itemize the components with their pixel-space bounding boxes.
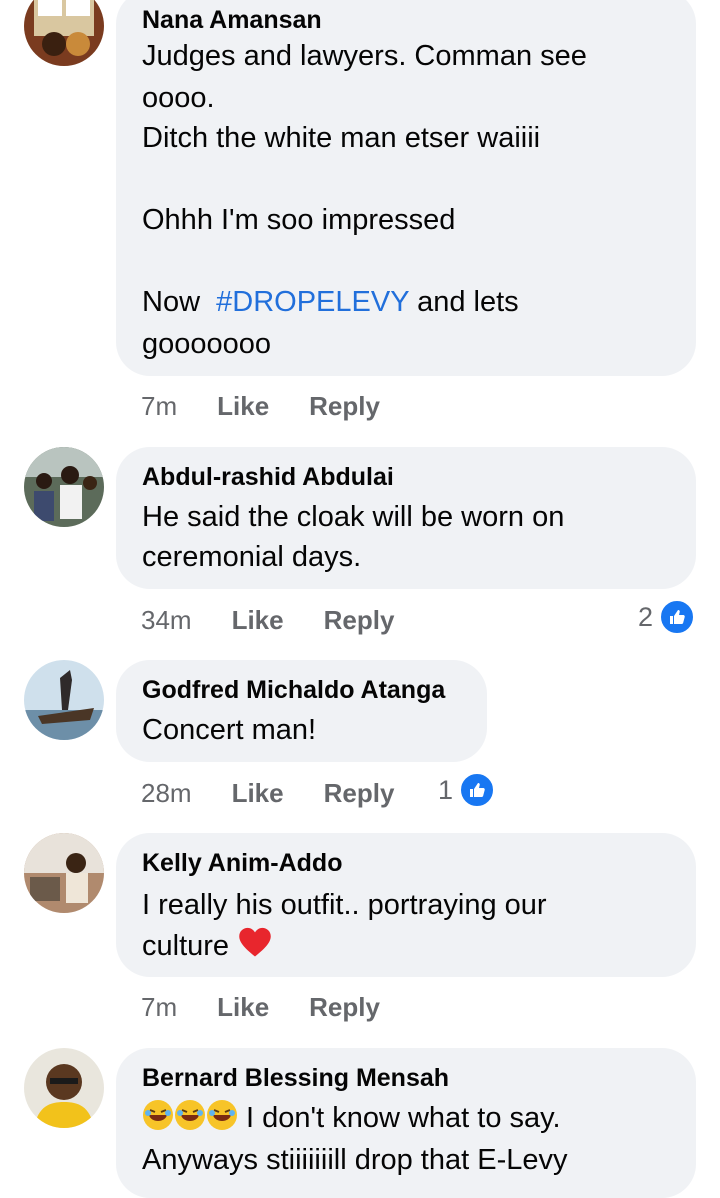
- comment-bubble: Abdul-rashid Abdulai He said the cloak w…: [116, 447, 696, 589]
- comment-actions: 34m Like Reply: [141, 600, 434, 640]
- reaction-summary[interactable]: 2: [638, 599, 696, 635]
- laughing-emoji-icon: [207, 1100, 237, 1130]
- comment-line: oooo.: [142, 82, 215, 114]
- laughing-emoji-icon: [143, 1100, 173, 1130]
- comment-line: He said the cloak will be worn on: [142, 501, 565, 533]
- reply-button[interactable]: Reply: [309, 992, 380, 1023]
- comment-line: Ditch the white man etser waiiii: [142, 122, 541, 154]
- comment-time[interactable]: 28m: [141, 778, 192, 809]
- avatar[interactable]: [24, 1048, 104, 1128]
- comment-line: ceremonial days.: [142, 541, 362, 573]
- avatar[interactable]: [24, 833, 104, 913]
- reply-button[interactable]: Reply: [309, 391, 380, 422]
- comment-line: Anyways stiiiiiiill drop that E-Levy: [142, 1144, 568, 1176]
- comment-time[interactable]: 34m: [141, 605, 192, 636]
- like-button[interactable]: Like: [217, 391, 269, 422]
- like-reaction-icon: [659, 599, 696, 635]
- reaction-count: 1: [438, 774, 454, 805]
- comment-actions: 7m Like Reply: [141, 386, 420, 426]
- comment-line: I really his outfit.. portraying our: [142, 889, 547, 921]
- comment-line: Now #DROPELEVY and lets: [142, 282, 519, 323]
- comment-line: Judges and lawyers. Comman see: [142, 40, 587, 72]
- comment-bubble: Nana Amansan Judges and lawyers. Comman …: [116, 0, 696, 376]
- comment-bubble: Bernard Blessing Mensah I don't know wha…: [116, 1048, 696, 1198]
- comment-author[interactable]: Godfred Michaldo Atanga: [142, 676, 445, 705]
- comment-line: Concert man!: [142, 714, 317, 746]
- comment-line: I don't know what to say.: [142, 1098, 561, 1139]
- comment-text: and lets: [409, 286, 519, 318]
- comment-bubble: Godfred Michaldo Atanga Concert man!: [116, 660, 487, 762]
- comment-actions: 28m Like Reply: [141, 773, 434, 813]
- reply-button[interactable]: Reply: [324, 778, 395, 809]
- comment-text: I don't know what to say.: [238, 1102, 561, 1134]
- comment-time[interactable]: 7m: [141, 391, 177, 422]
- like-button[interactable]: Like: [217, 992, 269, 1023]
- comment-text: Now: [142, 286, 217, 318]
- hashtag-link[interactable]: #DROPELEVY: [216, 286, 409, 318]
- comment-line: culture: [142, 925, 273, 967]
- like-button[interactable]: Like: [232, 778, 284, 809]
- comment-author[interactable]: Nana Amansan: [142, 6, 322, 35]
- comment-author[interactable]: Kelly Anim-Addo: [142, 849, 342, 878]
- comment-author[interactable]: Bernard Blessing Mensah: [142, 1064, 449, 1093]
- reply-button[interactable]: Reply: [324, 605, 395, 636]
- avatar[interactable]: [24, 447, 104, 527]
- comment-author[interactable]: Abdul-rashid Abdulai: [142, 463, 394, 492]
- comment-line: Ohhh I'm soo impressed: [142, 204, 456, 236]
- comment-actions: 7m Like Reply: [141, 987, 420, 1027]
- heart-emoji-icon: [239, 927, 271, 957]
- comment-text: culture: [142, 930, 230, 962]
- reaction-count: 2: [638, 601, 654, 632]
- avatar[interactable]: [24, 0, 104, 66]
- reaction-summary[interactable]: 1: [438, 772, 496, 808]
- comment-line: gooooooo: [142, 328, 272, 360]
- comment-bubble: Kelly Anim-Addo I really his outfit.. po…: [116, 833, 696, 977]
- laughing-emoji-icon: [175, 1100, 205, 1130]
- avatar[interactable]: [24, 660, 104, 740]
- comment-time[interactable]: 7m: [141, 992, 177, 1023]
- like-button[interactable]: Like: [232, 605, 284, 636]
- like-reaction-icon: [459, 772, 496, 808]
